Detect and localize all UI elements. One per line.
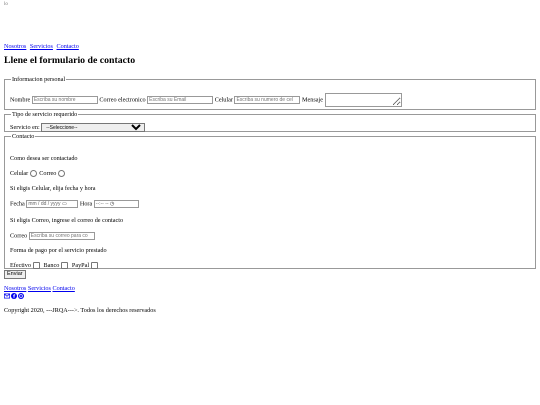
footer-link-contacto[interactable]: Contacto	[52, 285, 74, 292]
banco-checkbox[interactable]	[61, 262, 69, 270]
fecha-input[interactable]: mm / dd / yyyy ▭	[26, 200, 79, 208]
copyright-text: Copyright 2020, ---JRQA--->. Todos los d…	[4, 307, 156, 314]
fecha-value: mm / dd / yyyy	[28, 201, 61, 207]
paypal-label: PayPal	[71, 262, 90, 269]
page-title: Llene el formulario de contacto	[4, 55, 136, 66]
footer-nav: Nosotros Servicios Contacto	[4, 285, 75, 292]
efectivo-checkbox[interactable]	[32, 262, 40, 270]
service-type-legend: Tipo de servicio requerido	[12, 111, 78, 118]
nav-link-nosotros[interactable]: Nosotros	[4, 43, 26, 50]
servicio-select[interactable]: --Seleccione--	[41, 123, 146, 132]
radio-correo[interactable]	[58, 170, 66, 178]
celular-label: Celular	[214, 96, 233, 104]
mensaje-label: Mensaje	[302, 96, 323, 104]
radio-correo-label: Correo	[39, 170, 57, 177]
servicio-label: Servicio en:	[10, 123, 40, 131]
hora-value: --:-- --	[95, 201, 109, 207]
paypal-checkbox[interactable]	[91, 262, 99, 270]
footer-icons	[3, 293, 24, 299]
correo-label: Correo electronico	[99, 96, 146, 104]
email-input[interactable]	[147, 96, 214, 104]
payment-question: Forma de pago por el servicio prestado	[10, 247, 107, 254]
clock-icon[interactable]: ◷	[110, 201, 114, 207]
correo-instructions: Si eligis Correo, ingrese el correo de c…	[10, 217, 124, 224]
enviar-button[interactable]: Enviar	[4, 270, 26, 279]
banco-label: Banco	[43, 262, 60, 269]
fecha-label: Fecha	[10, 200, 25, 208]
logo-image: lo	[4, 2, 8, 7]
contact-method-question: Como desea ser contactado	[10, 155, 78, 162]
correo-contacto-input[interactable]	[28, 232, 95, 240]
whatsapp-icon[interactable]	[18, 293, 24, 299]
efectivo-label: Efectivo	[10, 262, 31, 269]
personal-info-legend: Informacion personal	[12, 76, 66, 83]
personal-info-fieldset: Informacion personal Nombre Correo elect…	[4, 76, 536, 110]
celular-input[interactable]	[234, 96, 301, 104]
radio-celular[interactable]	[30, 170, 38, 178]
celular-instructions: Si eligis Celular, elija fecha y hora	[10, 185, 96, 192]
hora-label: Hora	[79, 200, 93, 208]
footer-link-nosotros[interactable]: Nosotros	[4, 285, 26, 292]
contact-fieldset: Contacto Como desea ser contactado Celul…	[4, 133, 536, 270]
contact-legend: Contacto	[12, 133, 35, 140]
mensaje-textarea[interactable]	[324, 93, 402, 107]
facebook-icon[interactable]	[11, 293, 17, 299]
service-type-fieldset: Tipo de servicio requerido Servicio en: …	[4, 111, 536, 132]
nav-link-contacto[interactable]: Contacto	[56, 43, 78, 50]
calendar-icon[interactable]: ▭	[62, 201, 67, 207]
nombre-label: Nombre	[10, 96, 31, 104]
correo-contacto-label: Correo	[10, 232, 28, 240]
nombre-input[interactable]	[31, 96, 98, 104]
radio-celular-label: Celular	[10, 170, 29, 177]
top-nav: Nosotros Servicios Contacto	[4, 43, 81, 50]
nav-link-servicios[interactable]: Servicios	[30, 43, 53, 50]
hora-input[interactable]: --:-- -- ◷	[93, 200, 139, 208]
mail-icon[interactable]	[3, 293, 11, 299]
footer-link-servicios[interactable]: Servicios	[28, 285, 51, 292]
